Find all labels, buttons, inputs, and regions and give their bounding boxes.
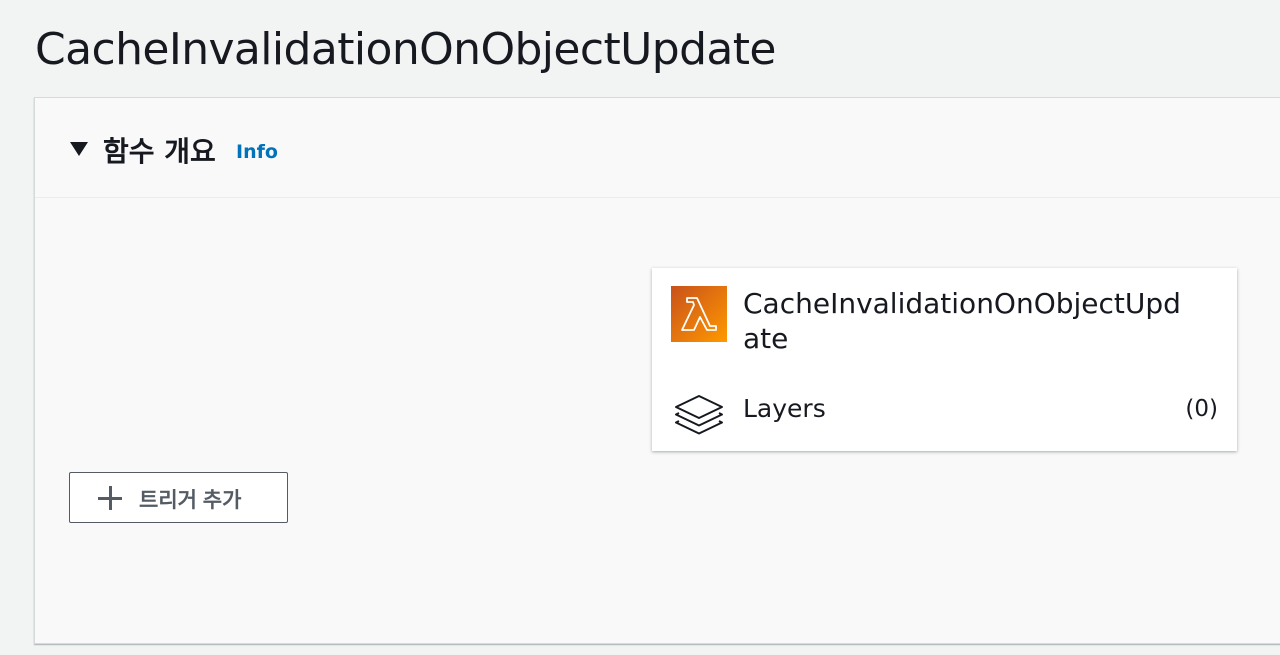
lambda-icon bbox=[671, 286, 727, 342]
layers-count: (0) bbox=[1185, 396, 1218, 422]
function-overview-panel: 함수 개요 Info CacheInvalidationOnObjectUpda… bbox=[34, 97, 1280, 644]
page-title: CacheInvalidationOnObjectUpdate bbox=[35, 24, 777, 75]
panel-title[interactable]: 함수 개요 bbox=[103, 130, 216, 170]
caret-down-icon[interactable] bbox=[70, 142, 88, 156]
function-name: CacheInvalidationOnObjectUpdate bbox=[743, 287, 1181, 355]
add-trigger-label: 트리거 추가 bbox=[139, 489, 242, 512]
info-link[interactable]: Info bbox=[236, 141, 278, 163]
add-trigger-button[interactable]: 트리거 추가 bbox=[69, 472, 288, 523]
panel-header: 함수 개요 Info bbox=[35, 98, 1280, 198]
function-card[interactable]: CacheInvalidationOnObjectUpdate Layers (… bbox=[652, 268, 1237, 451]
layers-icon bbox=[673, 392, 725, 442]
plus-icon bbox=[98, 486, 122, 510]
layers-label[interactable]: Layers bbox=[743, 394, 826, 423]
